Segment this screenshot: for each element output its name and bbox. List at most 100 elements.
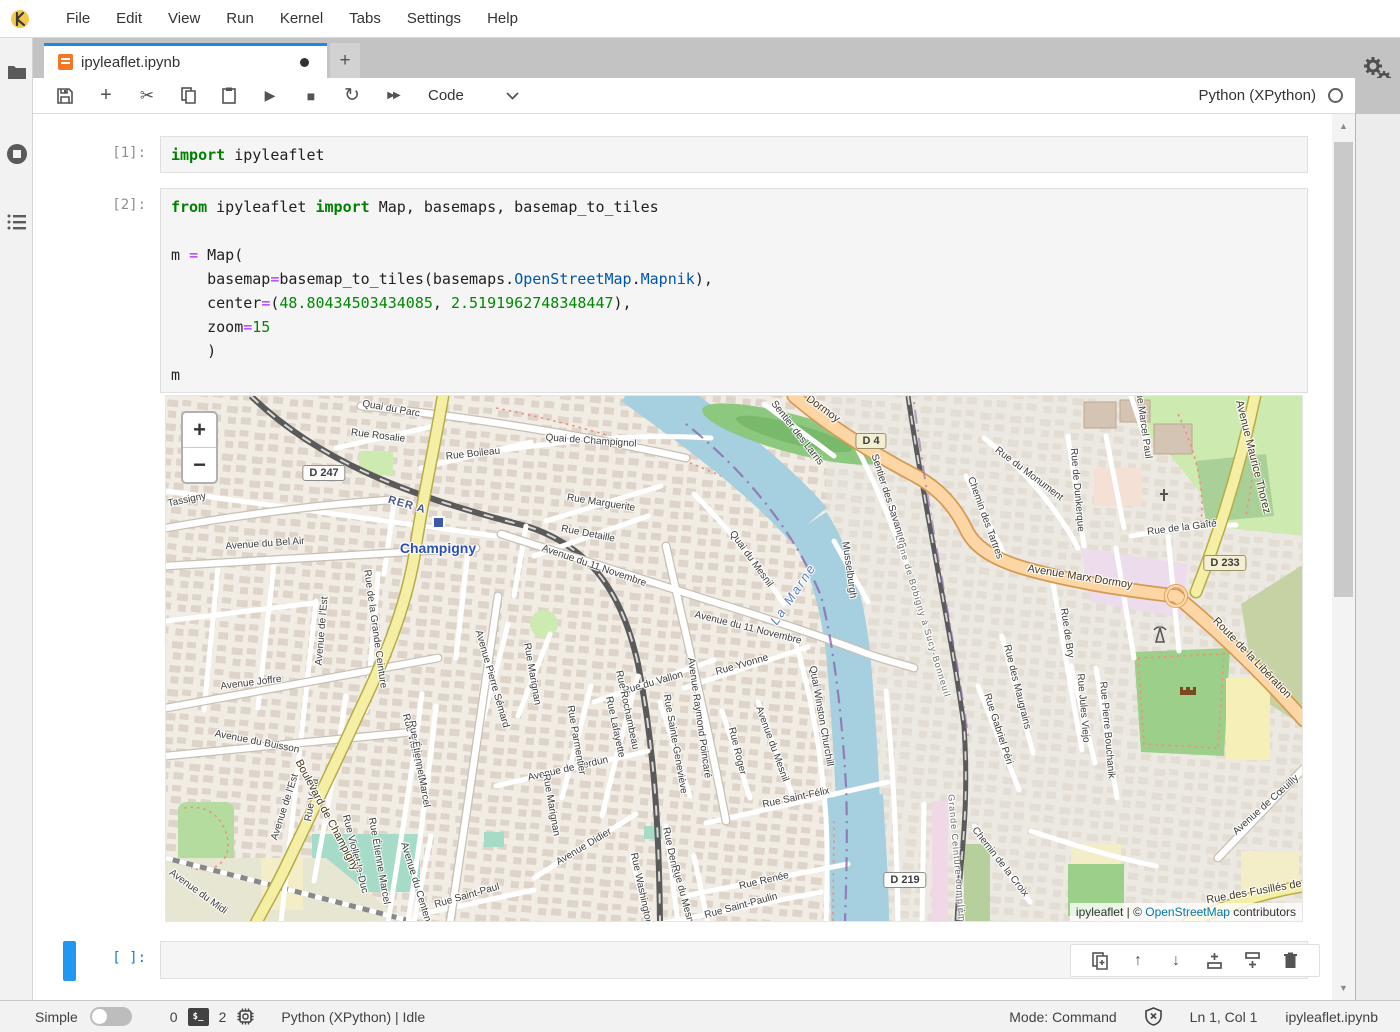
scroll-up-icon[interactable]: ▲ bbox=[1332, 118, 1355, 134]
insert-cell-below-icon[interactable] bbox=[1242, 951, 1262, 971]
menu-view[interactable]: View bbox=[155, 0, 213, 37]
copy-cells-icon[interactable] bbox=[179, 86, 197, 106]
kernel-name: Python (XPython) bbox=[1198, 87, 1316, 104]
map-label: Quai Winston Churchill bbox=[807, 665, 835, 767]
menu-tabs[interactable]: Tabs bbox=[336, 0, 394, 37]
map-labels-layer: Quai du ParcQuai de ChampignolRue Rosali… bbox=[166, 396, 1303, 922]
move-cell-up-icon[interactable]: ↑ bbox=[1128, 951, 1148, 971]
map-label: Rue de la Gaîté bbox=[1147, 518, 1218, 537]
map-label: Rue Rosalie bbox=[350, 427, 405, 445]
cell-type-dropdown[interactable]: Code bbox=[428, 87, 519, 104]
menu-help[interactable]: Help bbox=[474, 0, 531, 37]
shield-x-icon[interactable] bbox=[1145, 1007, 1162, 1026]
command-mode-indicator[interactable]: Mode: Command bbox=[1009, 1009, 1116, 1025]
road-badge: D 247 bbox=[302, 465, 345, 481]
cell-editor[interactable]: from ipyleaflet import Map, basemaps, ba… bbox=[160, 188, 1308, 393]
map-label: Route de la Libération bbox=[1210, 615, 1293, 701]
map-output[interactable]: Quai du ParcQuai de ChampignolRue Rosali… bbox=[165, 395, 1303, 922]
cut-cells-icon[interactable]: ✂ bbox=[138, 86, 156, 106]
cell-prompt: [ ]: bbox=[33, 941, 160, 979]
restart-kernel-icon[interactable]: ↻ bbox=[343, 86, 361, 106]
map-label: Avenue du Centenaire bbox=[398, 841, 438, 922]
simple-mode-toggle[interactable] bbox=[90, 1007, 132, 1026]
map-label: Rue de la Grande Ceinture bbox=[361, 569, 389, 689]
insert-cell-icon[interactable]: + bbox=[97, 86, 115, 106]
terminal-icon: $_ bbox=[188, 1008, 209, 1026]
map-label: Rue des Maugrains bbox=[1001, 644, 1033, 731]
chevron-down-icon bbox=[506, 92, 519, 100]
map-label: Tassigny bbox=[167, 491, 207, 510]
running-kernels-icon[interactable] bbox=[0, 134, 33, 174]
road-badge: D 4 bbox=[855, 433, 886, 449]
map-label: Rue du Mesnil bbox=[669, 864, 696, 922]
notebook-scrollbar[interactable]: ▲ ▼ bbox=[1332, 114, 1355, 1000]
map-label: Rue Marguerite bbox=[566, 492, 636, 514]
zoom-out-button[interactable]: − bbox=[183, 448, 216, 482]
kernel-status-text[interactable]: Python (XPython) | Idle bbox=[281, 1009, 425, 1025]
right-panel-strip bbox=[1355, 114, 1400, 1000]
map-label: Avenue Maurice Thorez bbox=[1233, 399, 1273, 515]
cell-editor[interactable]: import ipyleaflet bbox=[160, 136, 1308, 173]
menu-file[interactable]: File bbox=[53, 0, 103, 37]
map-label: Rue Saint-Félix bbox=[761, 786, 830, 811]
insert-cell-above-icon[interactable] bbox=[1204, 951, 1224, 971]
map-label: Avenue du Midi bbox=[167, 867, 229, 916]
file-browser-icon[interactable] bbox=[0, 52, 33, 92]
scrollbar-thumb[interactable] bbox=[1334, 142, 1353, 597]
table-of-contents-icon[interactable] bbox=[0, 202, 33, 242]
move-cell-down-icon[interactable]: ↓ bbox=[1166, 951, 1186, 971]
tabbar: ipyleaflet.ipynb + bbox=[33, 38, 1400, 78]
kernel-indicator[interactable]: Python (XPython) bbox=[1198, 87, 1343, 104]
map-label: Rue Jules Viejo bbox=[1075, 673, 1092, 743]
tab-ipyleaflet[interactable]: ipyleaflet.ipynb bbox=[44, 43, 327, 78]
map-label: Chemin de la Croix bbox=[969, 825, 1030, 899]
run-all-icon[interactable]: ▶▶ bbox=[384, 86, 402, 106]
map-label: Rue Marcel Paul bbox=[1132, 395, 1153, 459]
cell-type-value: Code bbox=[428, 87, 464, 104]
app-logo-icon bbox=[9, 7, 31, 31]
map-label: Musselburgh bbox=[840, 541, 859, 599]
map-label: La Marne bbox=[767, 560, 819, 627]
menu-run[interactable]: Run bbox=[213, 0, 267, 37]
openstreetmap-link[interactable]: OpenStreetMap bbox=[1145, 905, 1230, 919]
notebook-toolbar: + ✂ ▶ ■ ↻ ▶▶ Code Python (XPython) bbox=[33, 78, 1355, 114]
notebook-panel: [1]: import ipyleaflet [2]: from ipyleaf… bbox=[33, 114, 1332, 1000]
map-label: Rue Yvonne bbox=[714, 652, 769, 678]
cell-prompt: [1]: bbox=[33, 136, 160, 173]
terminals-count[interactable]: 0 bbox=[170, 1009, 178, 1025]
duplicate-cell-icon[interactable] bbox=[1090, 951, 1110, 971]
run-cell-icon[interactable]: ▶ bbox=[261, 86, 279, 106]
map-label: Avenue Raymond Poincaré bbox=[685, 657, 713, 779]
rer-station-marker bbox=[432, 516, 445, 529]
map-label: Dormoy bbox=[804, 395, 842, 425]
map-label: Rue du Vallon bbox=[622, 669, 685, 697]
paste-cells-icon[interactable] bbox=[220, 86, 238, 106]
menu-edit[interactable]: Edit bbox=[103, 0, 155, 37]
menu-settings[interactable]: Settings bbox=[394, 0, 474, 37]
menu-kernel[interactable]: Kernel bbox=[267, 0, 336, 37]
delete-cell-icon[interactable] bbox=[1280, 951, 1300, 971]
zoom-in-button[interactable]: + bbox=[183, 413, 216, 447]
cursor-position[interactable]: Ln 1, Col 1 bbox=[1190, 1009, 1258, 1025]
map-label: Rue Étienne Marcel bbox=[366, 817, 392, 905]
code-cell-1: [1]: import ipyleaflet bbox=[33, 136, 1332, 173]
map-label: Rue Saint-Paul bbox=[433, 881, 501, 910]
map-label: Rue Boileau bbox=[445, 446, 500, 463]
kernels-count[interactable]: 2 bbox=[219, 1009, 227, 1025]
map-label: Avenue du 11 Novembre bbox=[540, 543, 647, 589]
map-label: Rue du Monument bbox=[993, 445, 1065, 503]
menubar: FileEditViewRunKernelTabsSettingsHelp bbox=[0, 0, 1400, 38]
save-icon[interactable] bbox=[56, 86, 74, 106]
road-badge: D 233 bbox=[1203, 555, 1246, 571]
scroll-down-icon[interactable]: ▼ bbox=[1332, 980, 1355, 996]
road-badge: D 219 bbox=[883, 872, 926, 888]
simple-mode-label: Simple bbox=[35, 1009, 78, 1025]
map-label: Quai de Champignol bbox=[545, 432, 637, 449]
cell-prompt: [2]: bbox=[33, 188, 160, 393]
stop-kernel-icon[interactable]: ■ bbox=[302, 86, 320, 106]
code-cell-2: [2]: from ipyleaflet import Map, basemap… bbox=[33, 188, 1332, 393]
new-tab-button[interactable]: + bbox=[330, 43, 360, 78]
map-label: Avenue de l'Est bbox=[269, 772, 301, 841]
left-sidebar bbox=[0, 38, 33, 1000]
tab-dirty-indicator[interactable] bbox=[300, 58, 309, 67]
